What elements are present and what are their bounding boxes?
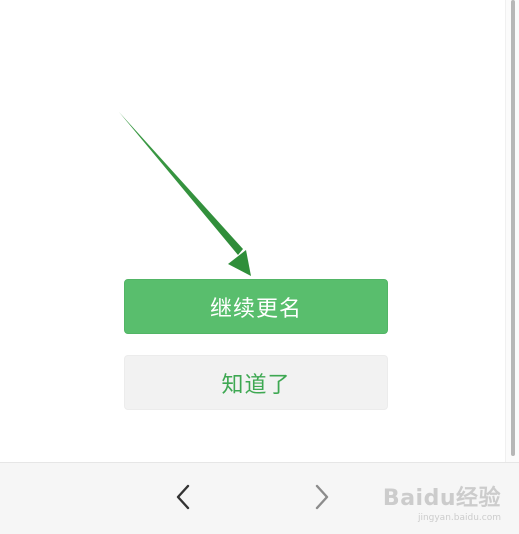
chevron-right-icon	[315, 484, 329, 510]
screen: 继续更名 知道了 Baidu经验 jingyan.baidu.com	[0, 0, 519, 534]
content-area: 继续更名 知道了	[0, 0, 505, 462]
bottom-navigation-bar: Baidu经验 jingyan.baidu.com	[0, 462, 519, 534]
back-button[interactable]	[167, 481, 199, 513]
chevron-left-icon	[176, 484, 190, 510]
continue-rename-button[interactable]: 继续更名	[124, 279, 388, 334]
forward-button[interactable]	[306, 481, 338, 513]
scrollbar-thumb[interactable]	[511, 0, 515, 456]
watermark-sub-text: jingyan.baidu.com	[417, 513, 501, 523]
got-it-button[interactable]: 知道了	[124, 355, 388, 410]
baidu-jingyan-watermark: Baidu经验 jingyan.baidu.com	[383, 488, 501, 524]
watermark-main-text: Baidu经验	[382, 486, 501, 511]
scrollbar[interactable]	[505, 0, 519, 462]
